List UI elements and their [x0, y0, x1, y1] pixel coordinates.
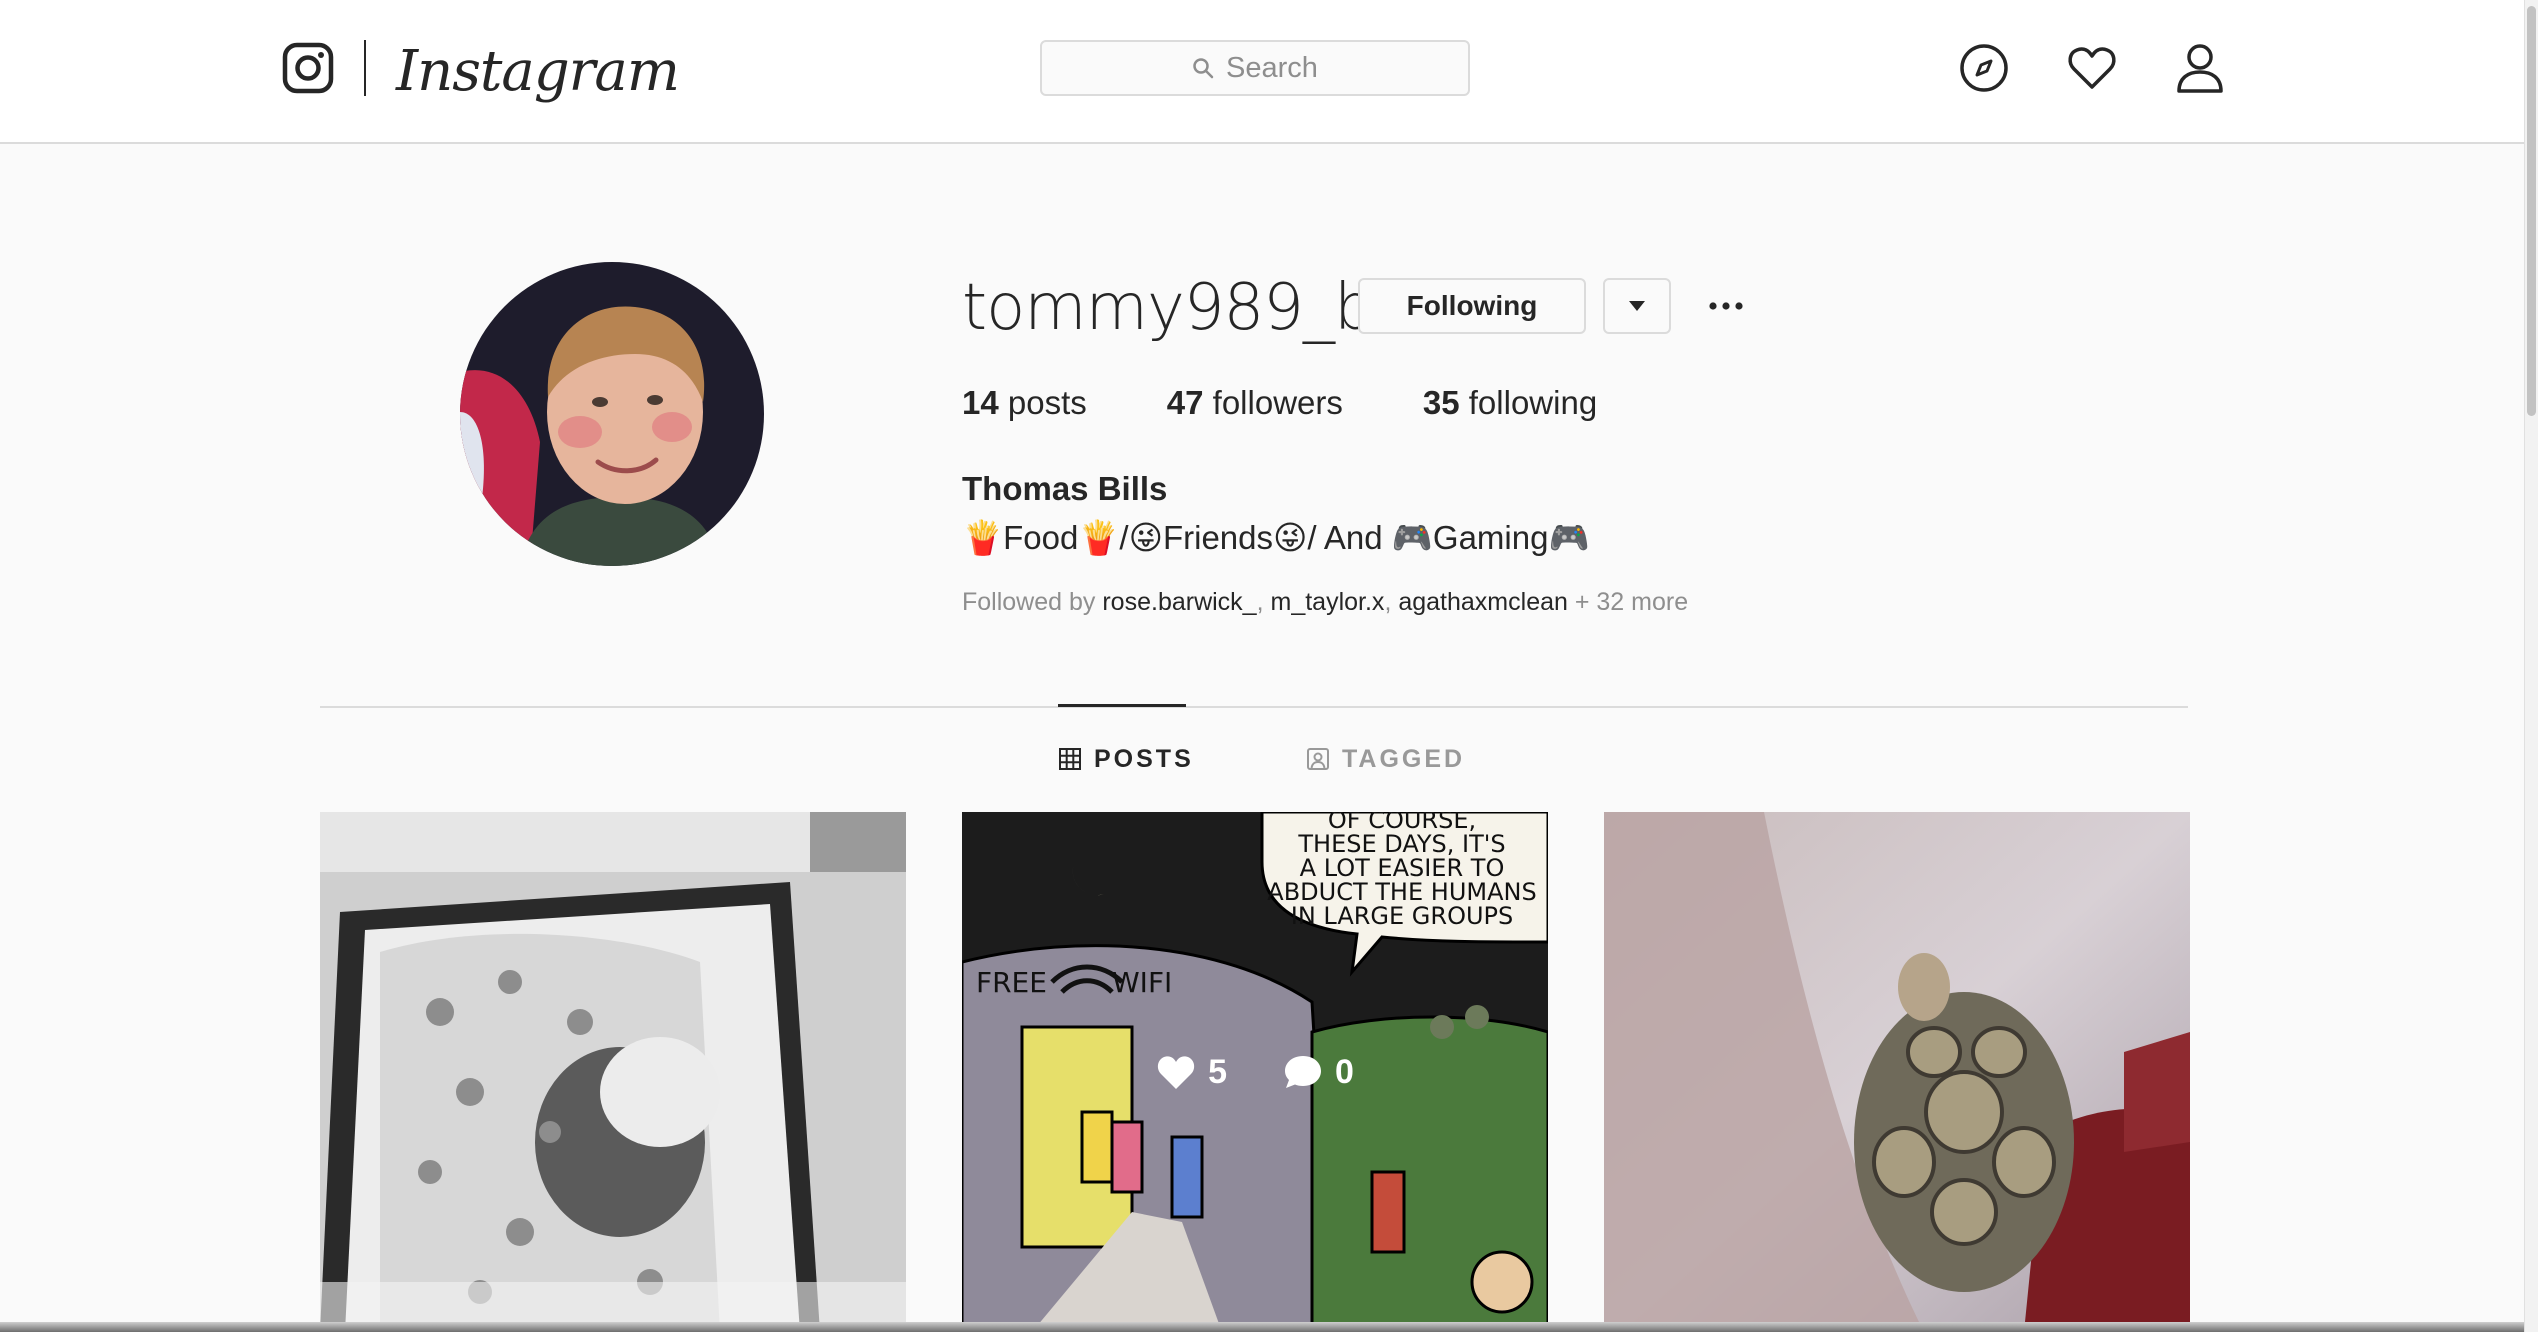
- search-icon: [1193, 58, 1214, 79]
- tabs-divider: [320, 706, 2188, 708]
- suggested-dropdown-button[interactable]: [1603, 278, 1671, 334]
- post-likes: 5: [1156, 1053, 1227, 1092]
- post-image-portrait: [320, 812, 906, 1332]
- posts-stat: 14 posts: [962, 384, 1087, 422]
- heart-icon[interactable]: [2066, 42, 2118, 94]
- scrollbar-thumb[interactable]: [2527, 6, 2536, 416]
- tab-posts-label: POSTS: [1094, 744, 1194, 773]
- compass-icon[interactable]: [1958, 42, 2010, 94]
- instagram-wordmark[interactable]: Instagram: [396, 32, 680, 112]
- tab-tagged-label: TAGGED: [1342, 744, 1466, 773]
- followers-count: 47: [1166, 384, 1204, 421]
- followers-stat[interactable]: 47 followers: [1167, 384, 1343, 422]
- following-button[interactable]: Following: [1358, 278, 1586, 334]
- followers-label: followers: [1212, 384, 1343, 421]
- post-image-tortoise: [1604, 812, 2190, 1332]
- top-navigation-bar: Instagram Search: [0, 0, 2524, 144]
- followed-by-user[interactable]: rose.barwick_: [1102, 588, 1256, 616]
- posts-count: 14: [962, 384, 999, 421]
- heart-filled-icon: [1157, 1056, 1195, 1089]
- profile-bio: 🍟Food🍟/😜Friends😜/ And 🎮Gaming🎮: [962, 519, 1590, 556]
- active-tab-indicator: [1058, 704, 1186, 707]
- tab-posts[interactable]: POSTS: [1058, 742, 1194, 776]
- post-thumbnail[interactable]: [1604, 812, 2190, 1332]
- followed-by-user[interactable]: agathaxmclean: [1398, 588, 1568, 616]
- profile-stats: 14 posts 47 followers 35 following: [962, 384, 1677, 422]
- post-comments: 0: [1283, 1053, 1354, 1092]
- following-count: 35: [1422, 384, 1460, 421]
- followed-by-line[interactable]: Followed by rose.barwick_, m_taylor.x, a…: [962, 588, 1688, 617]
- tab-tagged[interactable]: TAGGED: [1306, 742, 1465, 776]
- following-stat[interactable]: 35 following: [1423, 384, 1597, 422]
- logo-divider: [364, 40, 366, 96]
- posts-label: posts: [1007, 384, 1087, 421]
- ellipsis-icon: [1709, 302, 1743, 310]
- grid-icon: [1059, 748, 1081, 770]
- followed-by-more[interactable]: + 32 more: [1575, 588, 1688, 616]
- following-label: following: [1468, 384, 1598, 421]
- profile-full-name: Thomas Bills: [962, 470, 1168, 507]
- more-options-button[interactable]: [1708, 288, 1744, 324]
- profile-avatar[interactable]: [460, 262, 764, 566]
- user-icon[interactable]: [2174, 42, 2226, 94]
- followed-by-prefix: Followed by: [962, 588, 1096, 616]
- post-comments-count: 0: [1335, 1052, 1354, 1091]
- caret-down-icon: [1629, 301, 1645, 311]
- comment-filled-icon: [1285, 1056, 1321, 1088]
- post-likes-count: 5: [1208, 1052, 1227, 1091]
- profile-username: tommy989_b: [962, 271, 1375, 345]
- post-thumbnail[interactable]: [320, 812, 906, 1332]
- post-stats-overlay: 5 0: [962, 812, 1548, 1332]
- search-input[interactable]: Search: [1040, 40, 1470, 96]
- search-placeholder: Search: [1226, 51, 1318, 84]
- tag-person-icon: [1307, 748, 1329, 770]
- followed-by-user[interactable]: m_taylor.x: [1271, 588, 1385, 616]
- instagram-camera-icon[interactable]: [282, 42, 334, 94]
- post-thumbnail[interactable]: OF COURSE, THESE DAYS, IT'S A LOT EASIER…: [962, 812, 1548, 1332]
- window-bottom-edge: [0, 1322, 2524, 1332]
